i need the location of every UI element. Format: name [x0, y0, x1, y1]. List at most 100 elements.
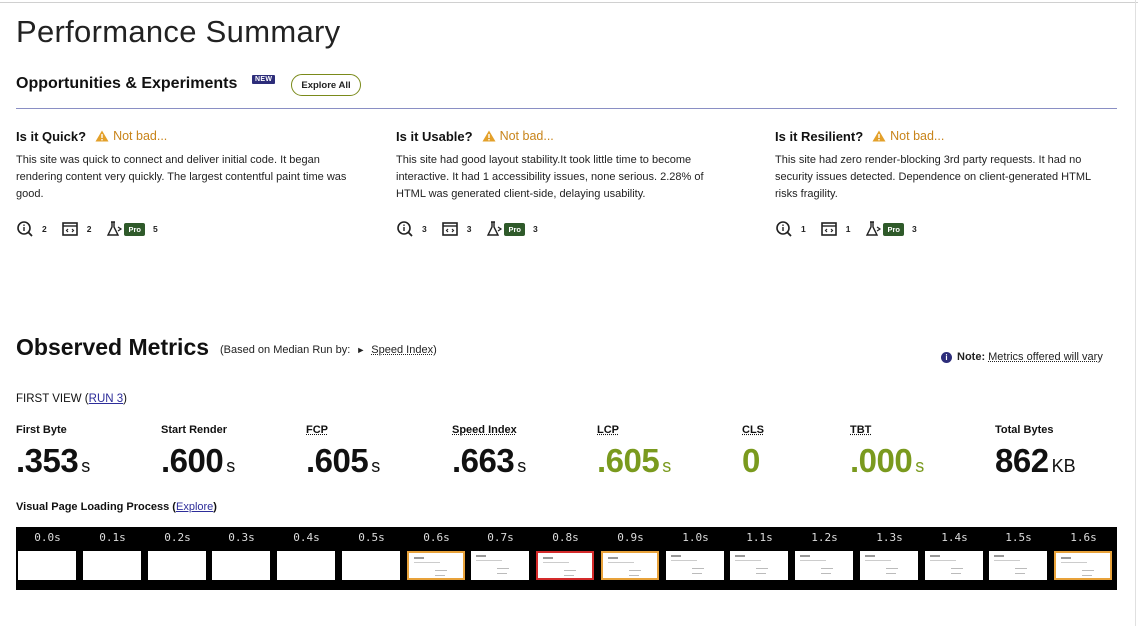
frame-thumbnail: [18, 551, 76, 580]
filmstrip-frame[interactable]: 0.5s: [340, 527, 403, 590]
first-view-text: FIRST VIEW: [16, 393, 82, 405]
metric-label[interactable]: FCP: [306, 424, 380, 440]
info-search-icon[interactable]: [775, 220, 793, 238]
filmstrip-frame[interactable]: 0.7s: [469, 527, 532, 590]
pro-count: 3: [911, 224, 917, 234]
frame-thumbnail: [407, 551, 465, 580]
screen-code-icon[interactable]: [441, 220, 459, 238]
speed-index-link[interactable]: Speed Index: [371, 344, 433, 356]
usable-column: Is it Usable? Not bad... This site had g…: [396, 126, 736, 237]
resilient-heading[interactable]: Is it Resilient?: [775, 129, 863, 144]
filmstrip-frame[interactable]: 0.9s: [599, 527, 662, 590]
frame-time-label: 0.2s: [164, 531, 191, 544]
frame-thumbnail: [989, 551, 1047, 580]
frame-time-label: 1.6s: [1070, 531, 1097, 544]
filmstrip-frame[interactable]: 0.1s: [81, 527, 144, 590]
experiment-flask-icon[interactable]: [105, 220, 123, 238]
filmstrip-frame[interactable]: 0.6s: [405, 527, 468, 590]
explore-filmstrip-link[interactable]: Explore: [176, 501, 213, 513]
metric-label: Total Bytes: [995, 424, 1054, 436]
metric-label[interactable]: CLS: [742, 424, 764, 440]
frame-thumbnail: [860, 551, 918, 580]
filmstrip-frame[interactable]: 1.4s: [923, 527, 986, 590]
filmstrip-frame[interactable]: 1.1s: [728, 527, 791, 590]
metric-label: Start Render: [161, 424, 228, 436]
metric-label[interactable]: Speed Index: [452, 424, 526, 440]
usable-heading[interactable]: Is it Usable?: [396, 129, 473, 144]
quick-column: Is it Quick? Not bad... This site was qu…: [16, 126, 356, 237]
frame-time-label: 0.4s: [293, 531, 320, 544]
first-view-label: FIRST VIEW (RUN 3): [16, 393, 127, 405]
metric-value: .605 s: [597, 442, 671, 485]
metric-unit: s: [662, 456, 672, 476]
frame-time-label: 0.7s: [487, 531, 514, 544]
info-search-icon[interactable]: [396, 220, 414, 238]
frame-time-label: 0.5s: [358, 531, 385, 544]
metric-unit: s: [226, 456, 236, 476]
frame-time-label: 0.1s: [99, 531, 126, 544]
metrics-note: i Note: Metrics offered will vary: [941, 351, 1103, 363]
frame-thumbnail: [666, 551, 724, 580]
metric-unit: s: [517, 456, 527, 476]
note-text[interactable]: Metrics offered will vary: [988, 351, 1103, 363]
filmstrip-frame[interactable]: 0.3s: [210, 527, 273, 590]
filmstrip-frame[interactable]: 0.2s: [146, 527, 209, 590]
metric-number: .605: [306, 442, 369, 479]
info-search-icon[interactable]: [16, 220, 34, 238]
frame-time-label: 1.3s: [876, 531, 903, 544]
opportunities-divider: [16, 108, 1117, 109]
frame-time-label: 0.6s: [423, 531, 450, 544]
filmstrip-frame[interactable]: 1.0s: [664, 527, 727, 590]
screen-code-icon[interactable]: [820, 220, 838, 238]
subtitle-prefix: (Based on Median Run by:: [220, 344, 351, 356]
pro-count: 5: [152, 224, 158, 234]
frame-thumbnail: [795, 551, 853, 580]
visual-title-text: Visual Page Loading Process: [16, 501, 170, 513]
metric-unit: s: [915, 456, 925, 476]
filmstrip-frame[interactable]: 0.8s: [534, 527, 597, 590]
pro-badge: Pro: [883, 222, 904, 236]
resilient-icon-row: 1 1 Pro 3: [775, 218, 931, 240]
screen-count: 2: [86, 224, 92, 234]
explore-all-button[interactable]: Explore All: [291, 74, 361, 96]
filmstrip[interactable]: 0.0s 0.1s 0.2s 0.3s 0.4s 0.5s 0.6s 0.7s 0.8s 0.9s…: [16, 527, 1117, 590]
metric-value: .663 s: [452, 442, 526, 485]
play-triangle-icon: ►: [356, 345, 366, 355]
quick-heading[interactable]: Is it Quick?: [16, 129, 86, 144]
screen-code-icon[interactable]: [61, 220, 79, 238]
top-divider: [0, 2, 1138, 3]
quick-status: Not bad...: [113, 129, 168, 143]
filmstrip-frame[interactable]: 1.2s: [793, 527, 856, 590]
filmstrip-frame[interactable]: 0.4s: [275, 527, 338, 590]
metric-number: .353: [16, 442, 79, 479]
metric-unit: s: [371, 456, 381, 476]
frame-thumbnail: [1054, 551, 1112, 580]
frame-time-label: 0.0s: [34, 531, 61, 544]
filmstrip-frame[interactable]: 1.6s: [1052, 527, 1115, 590]
metric-label[interactable]: TBT: [850, 424, 924, 440]
metric-value: .353 s: [16, 442, 90, 485]
resilient-description: This site had zero render-blocking 3rd p…: [775, 154, 1091, 200]
info-count: 1: [801, 224, 806, 234]
metric-tbt: TBT .000 s: [850, 424, 924, 485]
metric-label[interactable]: LCP: [597, 424, 671, 440]
filmstrip-frame[interactable]: 1.3s: [858, 527, 921, 590]
experiment-flask-icon[interactable]: [864, 220, 882, 238]
observed-subtitle: (Based on Median Run by: ► Speed Index): [220, 344, 437, 356]
screen-count: 3: [466, 224, 472, 234]
filmstrip-frame[interactable]: 1.5s: [987, 527, 1050, 590]
metric-speed-index: Speed Index .663 s: [452, 424, 526, 485]
metric-unit: s: [81, 456, 91, 476]
frame-thumbnail: [342, 551, 400, 580]
filmstrip-frame[interactable]: 0.0s: [16, 527, 79, 590]
frame-thumbnail: [536, 551, 594, 580]
metric-unit: KB: [1051, 456, 1076, 476]
metric-total-bytes: Total Bytes 862 KB: [995, 424, 1076, 485]
frame-time-label: 1.1s: [746, 531, 773, 544]
frame-time-label: 1.5s: [1005, 531, 1032, 544]
run-link[interactable]: RUN 3: [89, 393, 124, 405]
frame-time-label: 0.9s: [617, 531, 644, 544]
frame-thumbnail: [925, 551, 983, 580]
metric-number: .600: [161, 442, 224, 479]
experiment-flask-icon[interactable]: [485, 220, 503, 238]
